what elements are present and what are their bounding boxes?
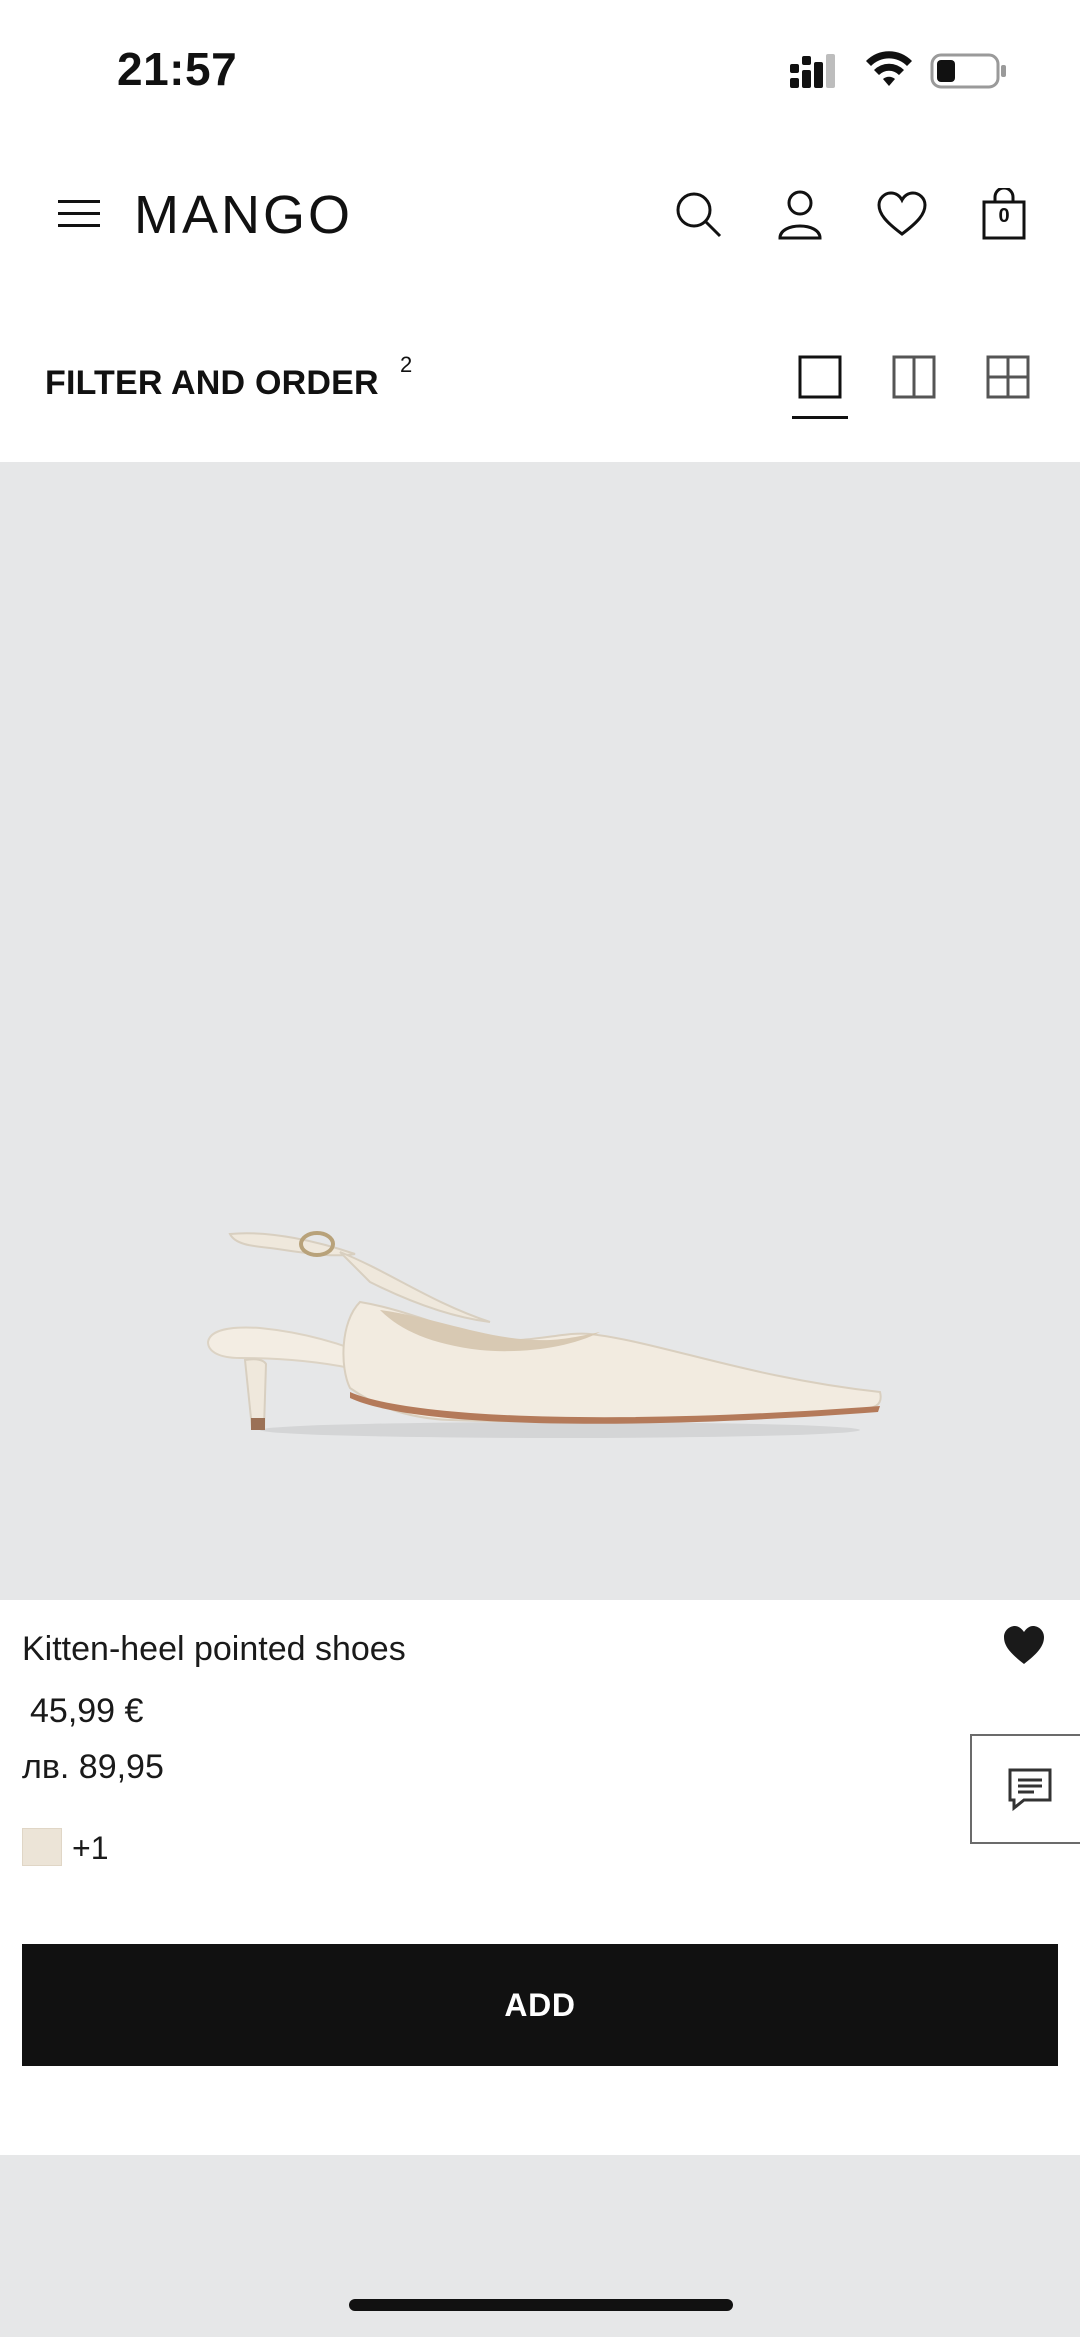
filled-heart-icon[interactable] [1002,1624,1046,1668]
search-icon[interactable] [672,186,724,242]
more-colors-count[interactable]: +1 [72,1830,108,1867]
cellular-signal-icon [790,54,835,88]
status-time: 21:57 [117,43,238,95]
active-filter-count: 2 [400,352,413,377]
cart-count-badge: 0 [998,205,1010,227]
account-icon[interactable] [774,186,826,242]
home-indicator[interactable] [349,2299,733,2311]
status-bar: 21:57 [0,0,1080,140]
mango-logo[interactable]: MANGO [134,186,386,242]
color-swatch[interactable] [22,1828,62,1866]
wifi-icon [866,51,912,86]
filter-and-order-button[interactable]: FILTER AND ORDER [45,364,379,403]
battery-icon [930,53,1006,89]
shopping-bag-icon[interactable]: 0 [978,186,1030,242]
product-card-details: Kitten-heel pointed shoes 45,99 € лв. 89… [0,1600,1080,2155]
add-to-bag-button[interactable]: ADD [22,1944,1058,2066]
svg-text:MANGO: MANGO [134,186,353,242]
wishlist-heart-icon[interactable] [876,186,928,242]
product-name[interactable]: Kitten-heel pointed shoes [22,1630,406,1669]
chat-icon [1008,1768,1052,1812]
price-eur: 45,99 € [30,1692,144,1730]
top-navigation-bar: MANGO 0 [0,160,1080,270]
chat-support-button[interactable] [970,1734,1080,1844]
active-view-indicator [792,416,848,419]
filter-toolbar: FILTER AND ORDER 2 [0,330,1080,430]
menu-icon[interactable] [56,192,104,236]
two-column-view-icon[interactable] [891,354,937,400]
price-bgn: лв. 89,95 [22,1748,164,1786]
single-column-view-icon[interactable] [797,354,843,400]
kitten-heel-shoe-image [206,1231,882,1438]
product-image[interactable] [0,462,1080,1600]
grid-view-icon[interactable] [985,354,1031,400]
